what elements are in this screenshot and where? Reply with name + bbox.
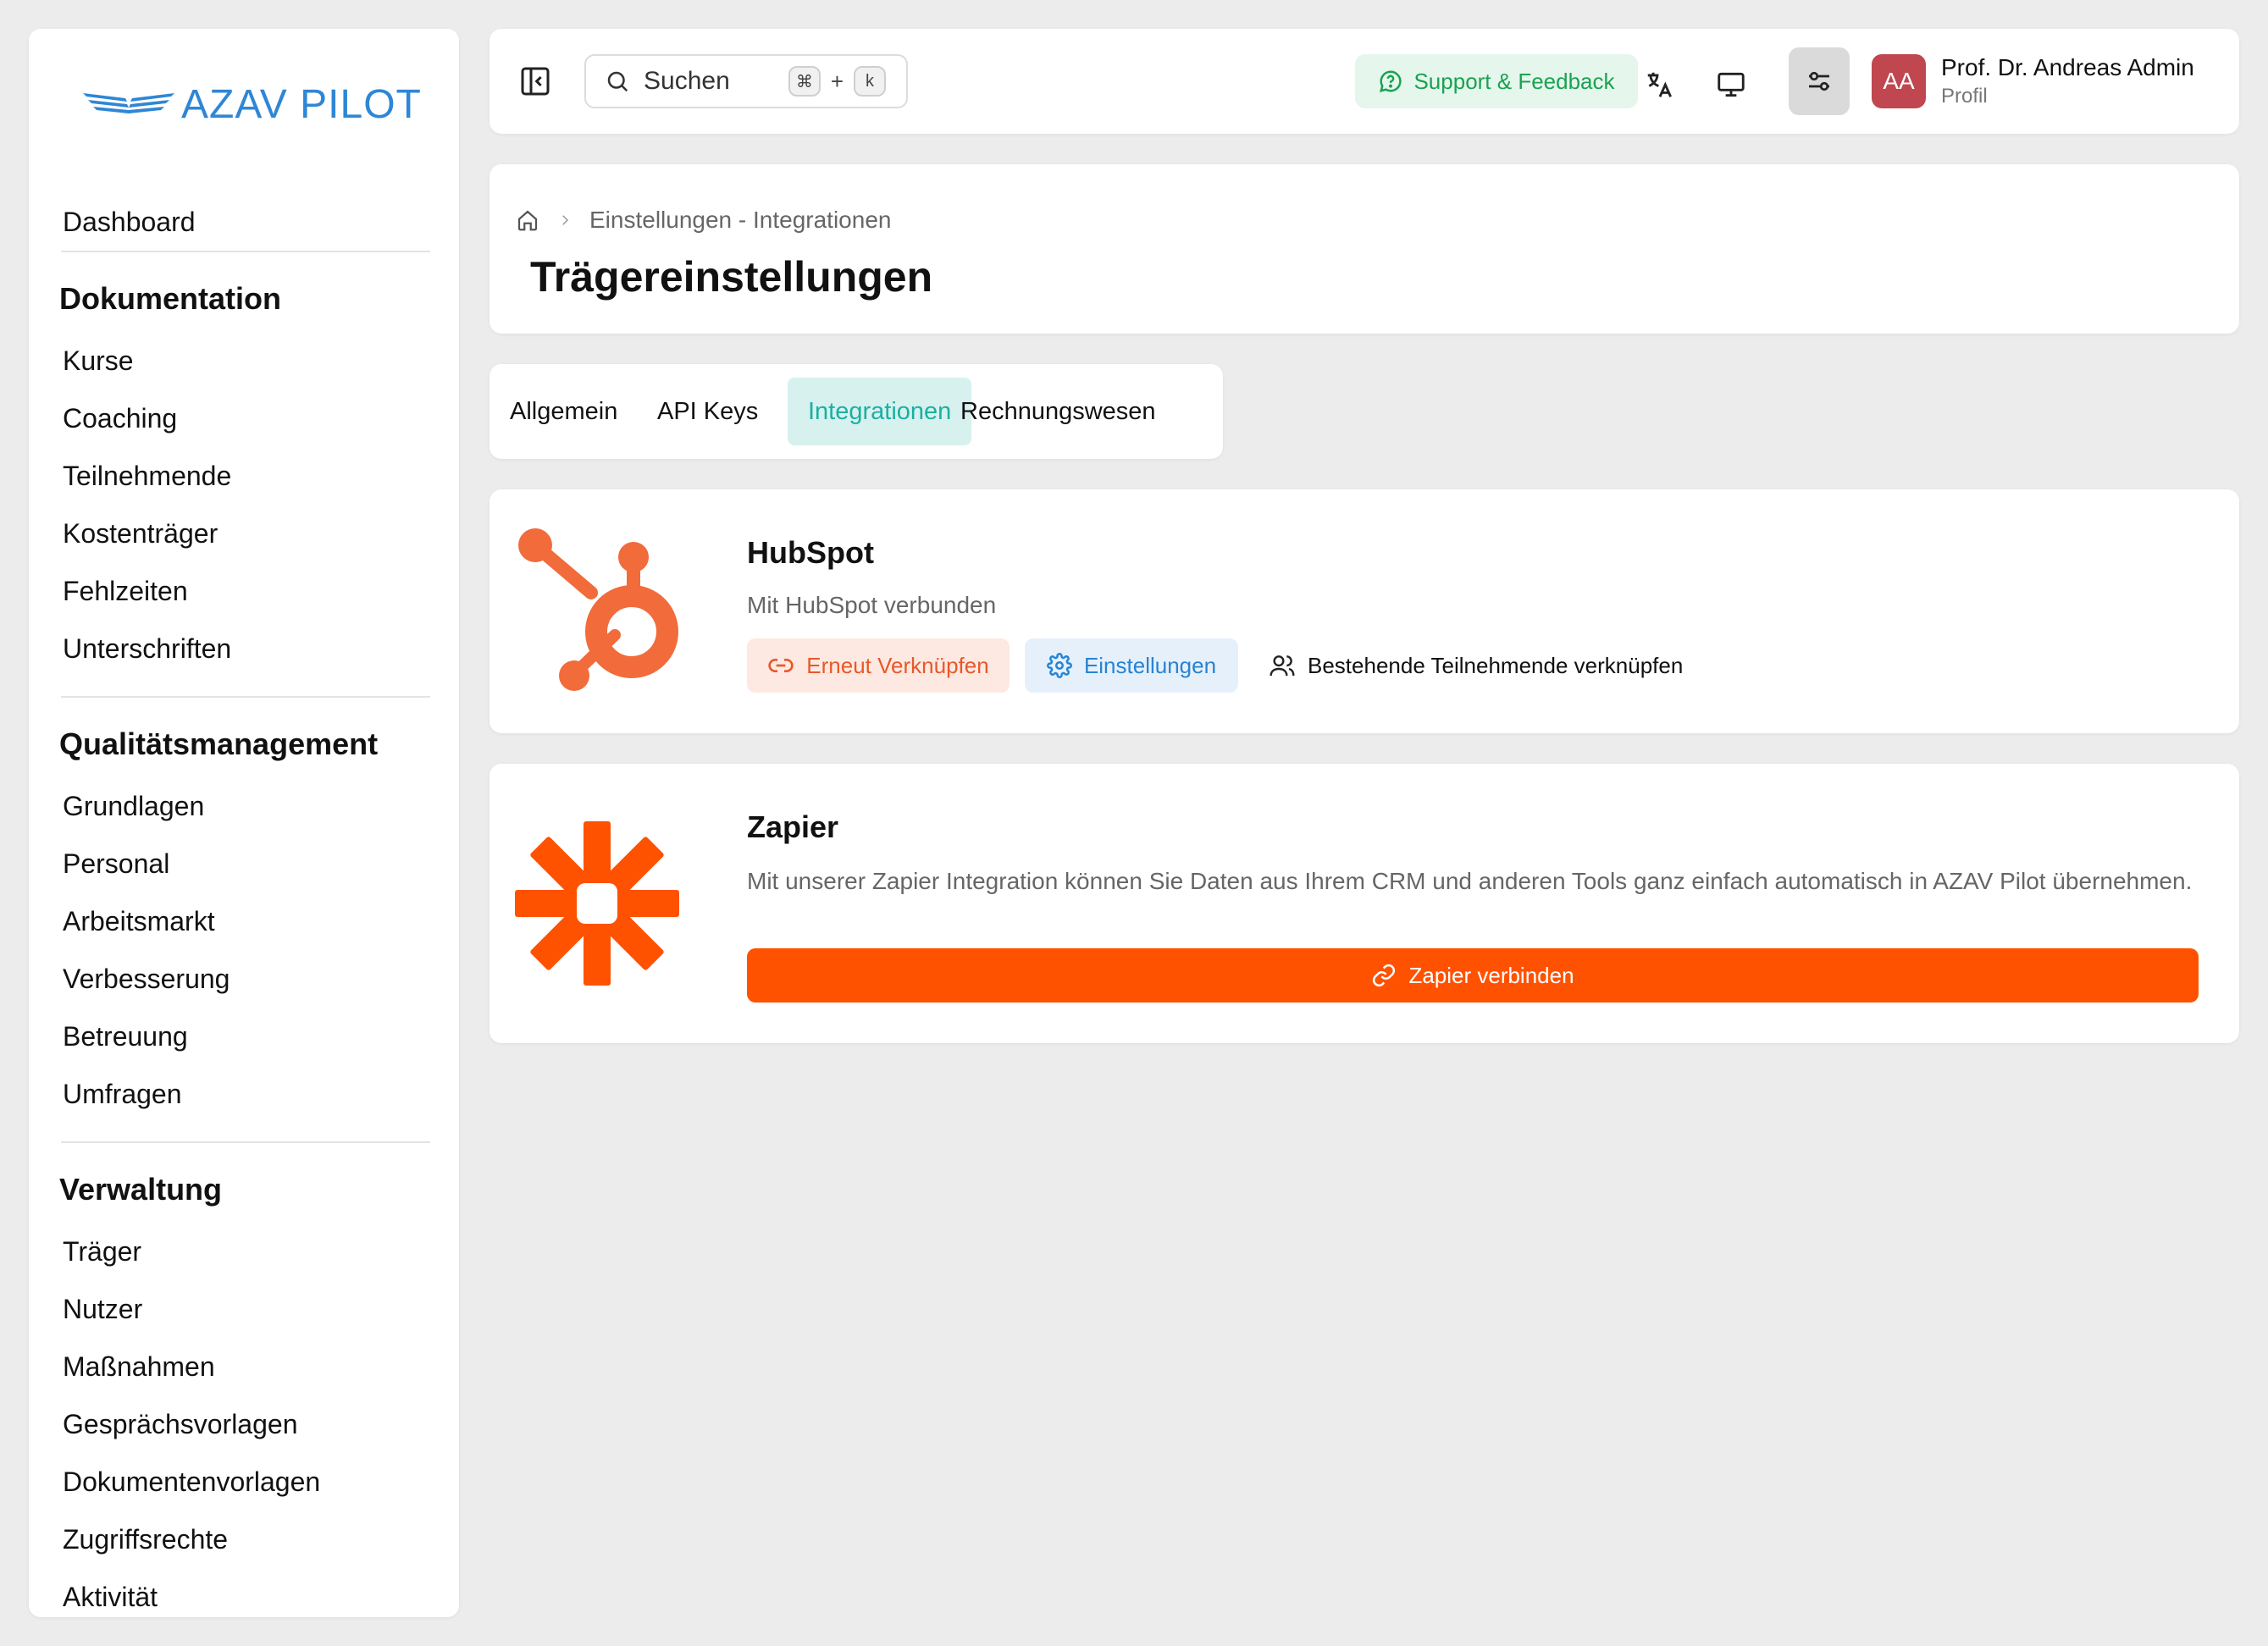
hubspot-integration-card: HubSpot Mit HubSpot verbunden Erneut Ver… [490, 489, 2239, 733]
nav-section-qualitaetsmanagement: Qualitätsmanagement Grundlagen Personal … [59, 696, 430, 1123]
relink-label: Erneut Verknüpfen [806, 652, 989, 678]
hubspot-settings-label: Einstellungen [1083, 652, 1217, 678]
search-input[interactable]: Suchen ⌘ + k [584, 54, 908, 108]
users-icon [1270, 655, 1295, 677]
hubspot-logo-icon [515, 523, 684, 697]
shortcut-plus: + [830, 68, 844, 94]
shortcut-key-cmd: ⌘ [788, 66, 821, 97]
tabs: Allgemein API Keys Integrationen Rechnun… [490, 364, 1223, 459]
sidebar-item-zugriffsrechte[interactable]: Zugriffsrechte [59, 1511, 429, 1568]
sidebar-item-personal[interactable]: Personal [59, 835, 429, 892]
avatar[interactable]: AA [1872, 54, 1926, 108]
nav-heading: Dokumentation [59, 281, 282, 316]
zapier-connect-label: Zapier verbinden [1408, 962, 1574, 988]
tab-allgemein[interactable]: Allgemein [490, 378, 638, 445]
sidebar-item-verbesserung[interactable]: Verbesserung [59, 950, 429, 1008]
sidebar-item-gespraechsvorlagen[interactable]: Gesprächsvorlagen [59, 1395, 429, 1453]
divider [61, 1141, 430, 1143]
logo-text: AZAV PILOT [181, 82, 422, 127]
zapier-integration-card: Zapier Mit unserer Zapier Integration kö… [490, 764, 2239, 1043]
sidebar-item-teilnehmende[interactable]: Teilnehmende [59, 447, 429, 505]
zapier-title: Zapier [747, 809, 839, 844]
breadcrumb: Einstellungen - Integrationen [515, 207, 891, 234]
sidebar-item-coaching[interactable]: Coaching [59, 389, 429, 447]
search-shortcut: ⌘ + k [788, 66, 886, 97]
sidebar-item-aktivitaet[interactable]: Aktivität [59, 1568, 429, 1617]
nav-section-dokumentation: Dokumentation Kurse Coaching Teilnehmend… [59, 251, 430, 677]
nav-section-verwaltung: Verwaltung Träger Nutzer Maßnahmen Gespr… [59, 1141, 430, 1617]
logo-wings-icon [83, 92, 174, 113]
zapier-description: Mit unserer Zapier Integration können Si… [747, 868, 2193, 894]
tab-rechnungswesen[interactable]: Rechnungswesen [940, 378, 1176, 445]
chat-help-icon [1380, 70, 1402, 93]
chevron-right-icon [562, 215, 569, 225]
nav-heading: Verwaltung [59, 1172, 223, 1207]
sidebar-item-dashboard[interactable]: Dashboard [63, 207, 196, 238]
support-feedback-button[interactable]: Support & Feedback [1355, 54, 1638, 108]
zapier-connect-button[interactable]: Zapier verbinden [747, 948, 2199, 1003]
sidebar-item-label: Dashboard [63, 207, 196, 237]
user-name[interactable]: Prof. Dr. Andreas Admin [1941, 54, 2194, 81]
shortcut-key-k: k [854, 66, 886, 97]
divider [61, 696, 430, 698]
link-participants-button[interactable]: Bestehende Teilnehmende verknüpfen [1269, 638, 1683, 693]
topbar: Suchen ⌘ + k Support & Feedback AA Prof.… [490, 29, 2239, 134]
settings-sliders-icon[interactable] [1789, 47, 1850, 115]
home-icon[interactable] [515, 207, 540, 233]
sidebar-item-nutzer[interactable]: Nutzer [59, 1280, 429, 1338]
user-profile-link[interactable]: Profil [1941, 85, 1988, 108]
monitor-icon[interactable] [1701, 54, 1762, 115]
sidebar-item-umfragen[interactable]: Umfragen [59, 1065, 429, 1123]
translate-icon[interactable] [1629, 54, 1690, 115]
breadcrumb-current[interactable]: Einstellungen - Integrationen [589, 207, 891, 234]
nav-heading: Qualitätsmanagement [59, 726, 379, 761]
page-title: Trägereinstellungen [530, 253, 933, 301]
link-icon [768, 659, 794, 672]
sidebar-toggle-icon[interactable] [518, 64, 552, 98]
sidebar-item-kurse[interactable]: Kurse [59, 332, 429, 389]
sidebar: AZAV PILOT Dashboard Dokumentation Kurse… [29, 29, 459, 1617]
search-icon [607, 71, 628, 92]
app-logo[interactable]: AZAV PILOT [83, 81, 422, 128]
sidebar-item-arbeitsmarkt[interactable]: Arbeitsmarkt [59, 892, 429, 950]
divider [61, 251, 430, 252]
zapier-logo-icon [515, 821, 679, 990]
link-icon [1373, 964, 1396, 987]
tab-api-keys[interactable]: API Keys [637, 378, 778, 445]
sidebar-item-fehlzeiten[interactable]: Fehlzeiten [59, 562, 429, 620]
sidebar-item-betreuung[interactable]: Betreuung [59, 1008, 429, 1065]
search-placeholder: Suchen [644, 67, 730, 95]
hubspot-status: Mit HubSpot verbunden [747, 592, 997, 618]
hubspot-settings-button[interactable]: Einstellungen [1025, 638, 1238, 693]
page-header: Einstellungen - Integrationen Trägereins… [490, 164, 2239, 334]
sidebar-item-kostentraeger[interactable]: Kostenträger [59, 505, 429, 562]
sidebar-item-traeger[interactable]: Träger [59, 1223, 429, 1280]
gear-icon [1046, 653, 1072, 678]
sidebar-item-dokumentenvorlagen[interactable]: Dokumentenvorlagen [59, 1453, 429, 1511]
sidebar-item-unterschriften[interactable]: Unterschriften [59, 620, 429, 677]
support-feedback-label: Support & Feedback [1413, 68, 1615, 94]
hubspot-title: HubSpot [747, 535, 874, 570]
sidebar-item-massnahmen[interactable]: Maßnahmen [59, 1338, 429, 1395]
sidebar-item-grundlagen[interactable]: Grundlagen [59, 777, 429, 835]
relink-button[interactable]: Erneut Verknüpfen [747, 638, 1010, 693]
link-participants-label: Bestehende Teilnehmende verknüpfen [1308, 652, 1684, 678]
